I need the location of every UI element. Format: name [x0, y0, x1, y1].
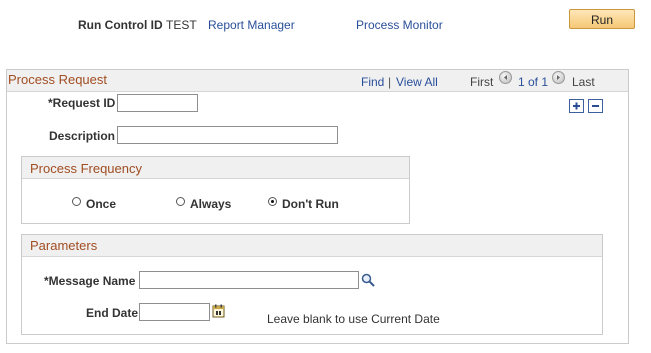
message-name-input[interactable]: [139, 271, 359, 289]
view-all-link[interactable]: View All: [396, 75, 438, 89]
parameters-header: [22, 235, 602, 257]
magnifier-icon[interactable]: [361, 273, 375, 287]
end-date-hint: Leave blank to use Current Date: [267, 312, 440, 326]
description-label: Description: [49, 129, 116, 143]
end-date-label: End Date: [86, 306, 139, 320]
run-button[interactable]: Run: [569, 9, 635, 29]
always-label: Always: [190, 197, 232, 211]
message-name-label: *Message Name: [44, 274, 136, 288]
always-radio[interactable]: [176, 197, 185, 206]
once-label: Once: [86, 197, 117, 211]
minus-icon[interactable]: [588, 99, 603, 113]
end-date-input[interactable]: [139, 303, 210, 321]
dont-run-label: Don't Run: [282, 197, 339, 211]
run-control-value: TEST: [166, 18, 197, 32]
process-frequency-title: Process Frequency: [30, 161, 142, 176]
dont-run-radio[interactable]: [268, 197, 277, 206]
plus-icon[interactable]: [569, 99, 584, 113]
request-id-input[interactable]: [117, 94, 198, 112]
calendar-icon[interactable]: [212, 304, 225, 318]
previous-icon[interactable]: [499, 71, 512, 84]
row-range: 1 of 1: [518, 75, 549, 89]
process-monitor-link[interactable]: Process Monitor: [356, 18, 443, 32]
run-control-label: Run Control ID: [78, 18, 163, 32]
report-manager-link[interactable]: Report Manager: [208, 18, 295, 32]
process-request-title: Process Request: [8, 72, 107, 87]
parameters-title: Parameters: [30, 238, 98, 253]
description-input[interactable]: [117, 126, 338, 144]
last-label: Last: [572, 75, 595, 89]
find-link[interactable]: Find: [361, 75, 384, 89]
once-radio[interactable]: [72, 197, 81, 206]
first-label: First: [470, 75, 494, 89]
request-id-label: *Request ID: [48, 96, 116, 110]
next-icon[interactable]: [552, 71, 565, 84]
nav-separator: |: [388, 75, 392, 89]
